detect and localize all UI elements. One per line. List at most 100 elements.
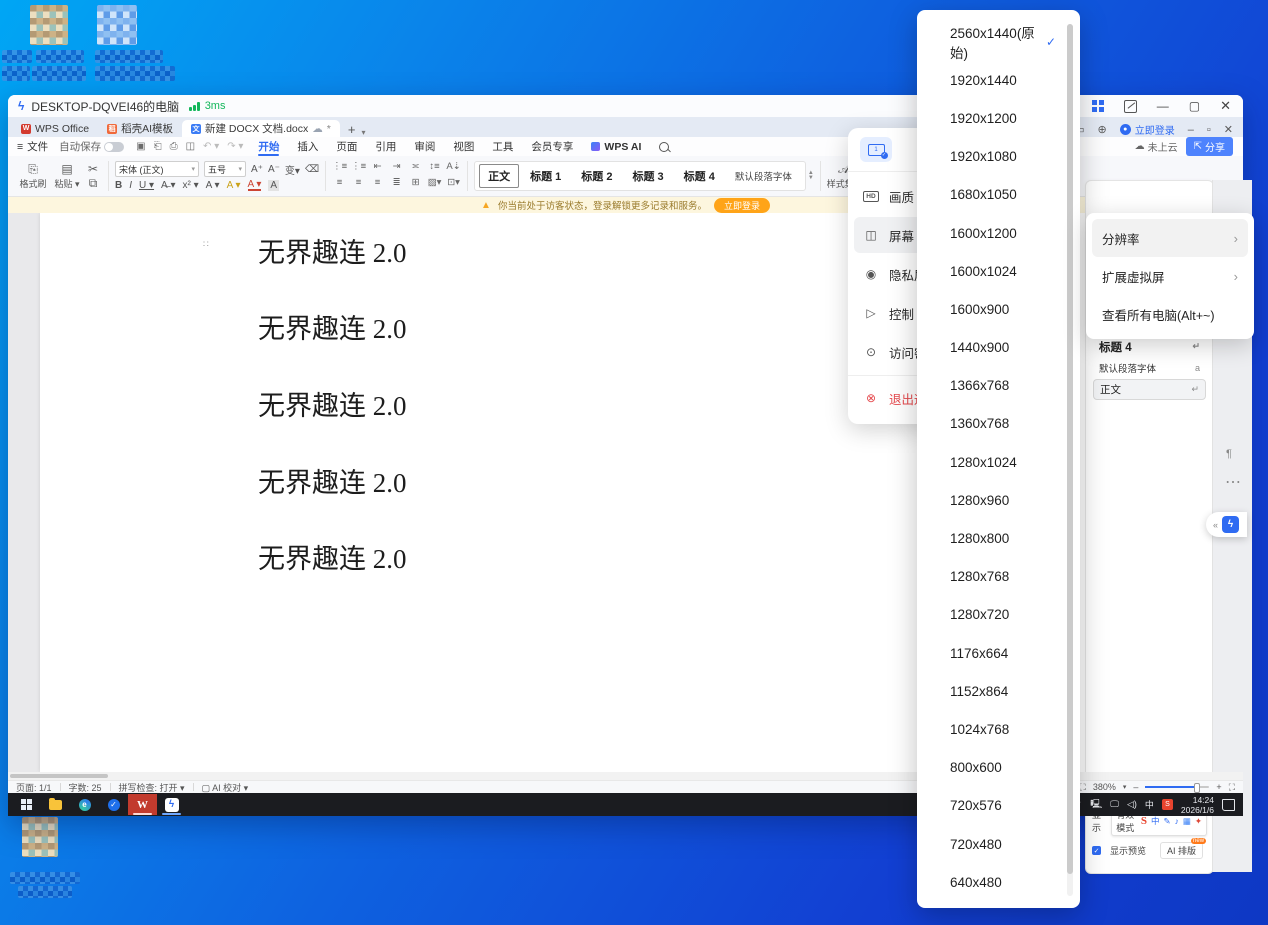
clear-format-icon[interactable]: ⌫	[305, 164, 319, 175]
border-icon[interactable]: ⊡▾	[446, 177, 461, 191]
zoom-out-icon[interactable]: –	[1133, 782, 1138, 792]
shading-icon[interactable]: ▨▾	[427, 177, 442, 191]
show-preview-checkbox[interactable]: ✓	[1092, 846, 1101, 855]
tray-network-icon[interactable]: 🖵	[1110, 799, 1119, 810]
ai-proofread-button[interactable]: ▢ AI 校对 ▾	[202, 781, 249, 794]
redo-icon[interactable]: ↷ ▾	[227, 141, 243, 152]
word-count[interactable]: 字数: 25	[69, 781, 102, 794]
resolution-option[interactable]: 1280x768	[917, 558, 1080, 596]
resolution-option[interactable]: 1680x1050	[917, 176, 1080, 214]
close-icon[interactable]: ✕	[1220, 98, 1231, 114]
resolution-option[interactable]: 720x576	[917, 787, 1080, 825]
style-gallery-item[interactable]: 默认段落字体	[726, 164, 801, 188]
style-tools-icon[interactable]: ¶	[1226, 448, 1232, 460]
resolution-option[interactable]: 1152x864	[917, 672, 1080, 710]
zoom-chevron-icon[interactable]: ▾	[1123, 783, 1127, 791]
style-gallery-item[interactable]: 标题 3	[623, 164, 672, 188]
resolution-option[interactable]: 1600x900	[917, 290, 1080, 328]
document-text-line[interactable]: 无界趣连 2.0	[258, 461, 407, 500]
menu-tab[interactable]: 开始	[249, 137, 288, 156]
resolution-option[interactable]: 1440x900	[917, 329, 1080, 367]
resolution-option[interactable]: 720x480	[917, 825, 1080, 863]
minimize-icon[interactable]: —	[1157, 99, 1169, 113]
bold-icon[interactable]: B	[115, 180, 122, 191]
tray-sogou-icon[interactable]: S	[1162, 799, 1173, 810]
sort-icon[interactable]: A⇣	[446, 161, 461, 175]
zoom-slider[interactable]	[1145, 786, 1209, 788]
scrollbar-thumb[interactable]	[10, 774, 108, 778]
start-button[interactable]	[12, 794, 41, 815]
more-options-icon[interactable]: ⋯	[1225, 472, 1241, 492]
scrollbar-thumb[interactable]	[1067, 24, 1073, 874]
resolution-option[interactable]: 1600x1024	[917, 252, 1080, 290]
tab-wps-office[interactable]: W WPS Office	[12, 120, 98, 137]
share-button[interactable]: ⇱分享	[1186, 137, 1233, 156]
style-gallery-item[interactable]: 标题 1	[521, 164, 570, 188]
italic-icon[interactable]: I	[129, 180, 132, 191]
blurred-desktop-icon[interactable]	[97, 5, 137, 45]
char-shading-icon[interactable]: A	[268, 180, 279, 191]
resolution-option[interactable]: 1280x720	[917, 596, 1080, 634]
ai-typeset-pane-button[interactable]: AI 排版new	[1160, 842, 1203, 859]
menu-tab[interactable]: 视图	[444, 137, 483, 156]
ime-pen-icon[interactable]: ✎	[1163, 816, 1170, 827]
maximize-icon[interactable]: ▢	[1189, 99, 1200, 113]
resolution-option[interactable]: 800x600	[917, 749, 1080, 787]
resolution-option[interactable]: 1920x1200	[917, 99, 1080, 137]
highlight-color-icon[interactable]: A ▾	[227, 180, 241, 191]
menu-tab[interactable]: 页面	[327, 137, 366, 156]
resolution-option[interactable]: 1920x1440	[917, 61, 1080, 99]
dropdown-scrollbar[interactable]	[1067, 24, 1073, 896]
style-gallery-item[interactable]: 标题 2	[572, 164, 621, 188]
style-gallery-scroll[interactable]: ▲▼	[808, 171, 814, 181]
login-chip[interactable]: ● 立即登录	[1120, 122, 1175, 137]
blurred-desktop-icon[interactable]	[22, 817, 58, 857]
zoom-in-icon[interactable]: +	[1216, 782, 1221, 792]
menu-tab[interactable]: 引用	[366, 137, 405, 156]
remote-app-taskbar-button[interactable]: ϟ	[157, 794, 186, 815]
increase-indent-icon[interactable]: ⇥	[389, 161, 404, 175]
resolution-option[interactable]: 1176x664	[917, 634, 1080, 672]
submenu-item-resolution[interactable]: 分辨率›	[1092, 219, 1248, 257]
action-center-icon[interactable]	[1222, 799, 1235, 811]
save-icon[interactable]: ▣	[136, 141, 145, 152]
font-color-icon[interactable]: A ▾	[248, 180, 262, 191]
change-case-icon[interactable]: 变▾	[285, 162, 300, 177]
shrink-font-icon[interactable]: A⁻	[268, 164, 280, 175]
paste-button[interactable]: ▤粘贴 ▾	[50, 163, 84, 190]
align-center-icon[interactable]: ≡	[351, 177, 366, 191]
spellcheck-status[interactable]: 拼写检查: 打开 ▾	[119, 781, 185, 794]
phonetic-guide-icon[interactable]: A ▾	[206, 180, 220, 191]
bullets-icon[interactable]: ⋮≡	[332, 161, 347, 175]
zoom-value[interactable]: 380%	[1093, 782, 1116, 792]
new-tab-button[interactable]: +	[348, 122, 356, 137]
superscript-icon[interactable]: x² ▾	[183, 180, 199, 191]
align-right-icon[interactable]: ≡	[370, 177, 385, 191]
ime-mic-icon[interactable]: ♪	[1175, 816, 1179, 826]
wps-restore-icon[interactable]: ▫	[1207, 124, 1211, 136]
resolution-option[interactable]: 1920x1080	[917, 138, 1080, 176]
resolution-option[interactable]: 2560x1440(原始)✓	[917, 23, 1080, 61]
menu-file[interactable]: ≡文件	[8, 137, 57, 156]
ime-keyboard-icon[interactable]: ▦	[1183, 816, 1191, 827]
export-pdf-icon[interactable]: ⎗	[154, 141, 162, 152]
ribbon-search[interactable]	[650, 137, 678, 156]
ime-toolbox-icon[interactable]: ✦	[1195, 816, 1202, 827]
style-item-default-font[interactable]: 默认段落字体a	[1093, 358, 1206, 377]
wps-ai-menu[interactable]: WPS AI	[582, 137, 650, 156]
underline-icon[interactable]: U ▾	[139, 180, 154, 191]
login-now-button[interactable]: 立即登录	[714, 198, 770, 213]
submenu-item-extend-virtual-screen[interactable]: 扩展虚拟屏›	[1092, 257, 1248, 295]
style-item-body-text[interactable]: 正文↵	[1093, 379, 1206, 400]
blurred-desktop-icon[interactable]	[30, 5, 68, 45]
numbering-icon[interactable]: ⋮≡	[351, 161, 366, 175]
fullscreen-icon[interactable]: ⛶	[1229, 782, 1235, 793]
resolution-option[interactable]: 1366x768	[917, 367, 1080, 405]
resolution-option[interactable]: 1024x768	[917, 710, 1080, 748]
resolution-option[interactable]: 1280x800	[917, 519, 1080, 557]
tray-ime-indicator[interactable]: 中	[1145, 798, 1154, 811]
menu-tab[interactable]: 会员专享	[522, 137, 582, 156]
pinned-app-button[interactable]: ✓	[99, 794, 128, 815]
justify-icon[interactable]: ≣	[389, 177, 404, 191]
decrease-indent-icon[interactable]: ⇤	[370, 161, 385, 175]
